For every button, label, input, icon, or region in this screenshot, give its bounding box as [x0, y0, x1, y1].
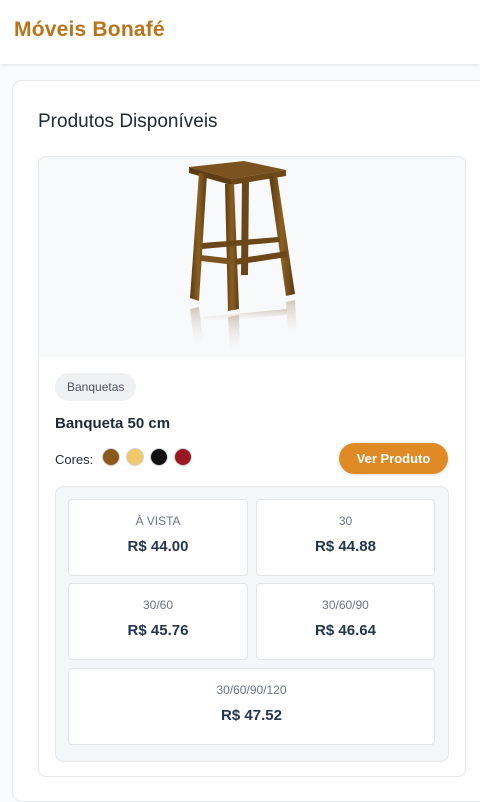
product-name: Banqueta 50 cm: [55, 415, 171, 432]
color-swatch-natural[interactable]: [126, 448, 144, 466]
price-options: À VISTA R$ 44.00 30 R$ 44.88 30/60 R$ 45…: [55, 486, 449, 762]
color-swatch-brown[interactable]: [102, 448, 120, 466]
price-label: 30/60: [142, 598, 174, 612]
price-value: R$ 44.88: [315, 538, 376, 555]
product-image[interactable]: [39, 157, 465, 357]
price-option-30[interactable]: 30 R$ 44.88: [256, 499, 435, 576]
price-option-avista[interactable]: À VISTA R$ 44.00: [68, 499, 248, 576]
price-label: 30/60/90/120: [216, 683, 287, 697]
wooden-stool-icon: [189, 161, 297, 357]
price-value: R$ 45.76: [127, 622, 189, 639]
category-badge: Banquetas: [55, 373, 137, 401]
top-navbar: Móveis Bonafé: [0, 0, 480, 64]
color-swatch-black[interactable]: [150, 448, 168, 466]
brand-logo-text[interactable]: Móveis Bonafé: [14, 18, 165, 42]
price-value: R$ 47.52: [221, 707, 282, 724]
price-label: À VISTA: [135, 514, 181, 528]
price-value: R$ 44.00: [127, 538, 189, 555]
price-label: 30: [338, 514, 353, 528]
price-option-30-60[interactable]: 30/60 R$ 45.76: [68, 583, 248, 660]
price-option-30-60-90[interactable]: 30/60/90 R$ 46.64: [256, 583, 435, 660]
color-swatch-red[interactable]: [174, 448, 192, 466]
colors-label: Cores:: [55, 452, 94, 467]
view-product-button[interactable]: Ver Produto: [339, 443, 448, 474]
price-label: 30/60/90: [322, 598, 369, 612]
price-option-30-60-90-120[interactable]: 30/60/90/120 R$ 47.52: [68, 668, 435, 745]
page-title: Produtos Disponíveis: [38, 111, 218, 132]
product-card: Banquetas Banqueta 50 cm Cores: Ver Prod…: [38, 156, 466, 777]
price-value: R$ 46.64: [315, 622, 376, 639]
